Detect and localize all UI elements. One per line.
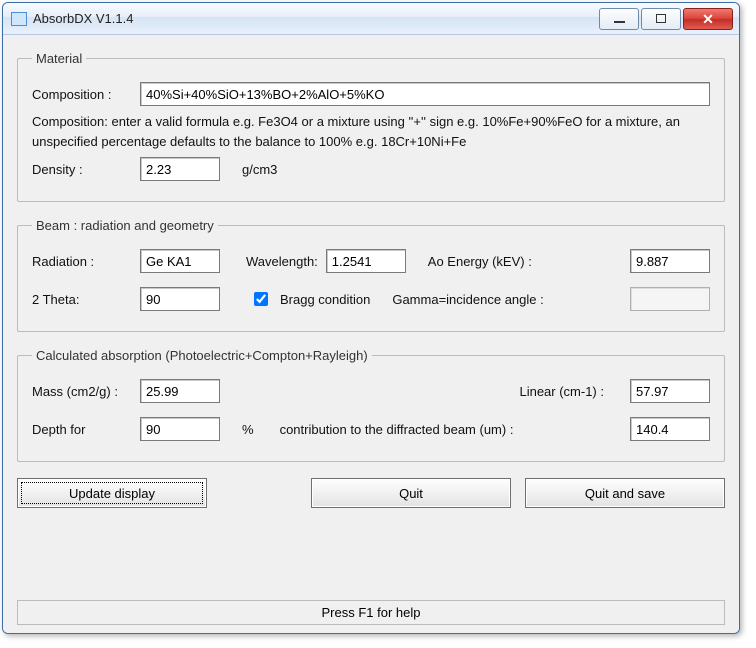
ao-energy-label: Ao Energy (kEV) :	[428, 254, 532, 269]
app-icon	[11, 12, 27, 26]
material-group: Material Composition : Composition: ente…	[17, 51, 725, 202]
composition-input[interactable]	[140, 82, 710, 106]
status-bar: Press F1 for help	[17, 600, 725, 625]
radiation-input[interactable]	[140, 249, 220, 273]
quit-save-button[interactable]: Quit and save	[525, 478, 725, 508]
beam-legend: Beam : radiation and geometry	[32, 218, 218, 233]
depth-percent-unit: %	[242, 422, 254, 437]
update-display-button[interactable]: Update display	[17, 478, 207, 508]
two-theta-label: 2 Theta:	[32, 292, 132, 307]
density-units: g/cm3	[242, 162, 277, 177]
maximize-icon	[656, 14, 666, 23]
mass-output[interactable]	[140, 379, 220, 403]
minimize-button[interactable]	[599, 8, 639, 30]
wavelength-label: Wavelength:	[246, 254, 318, 269]
calc-legend: Calculated absorption (Photoelectric+Com…	[32, 348, 372, 363]
radiation-label: Radiation :	[32, 254, 132, 269]
app-window: AbsorbDX V1.1.4 ✕ Material Composition :…	[2, 2, 740, 634]
composition-label: Composition :	[32, 87, 132, 102]
depth-for-label: Depth for	[32, 422, 132, 437]
beam-group: Beam : radiation and geometry Radiation …	[17, 218, 725, 332]
close-button[interactable]: ✕	[683, 8, 733, 30]
bragg-label: Bragg condition	[280, 292, 370, 307]
close-icon: ✕	[702, 12, 714, 26]
gamma-label: Gamma=incidence angle :	[392, 292, 543, 307]
window-title: AbsorbDX V1.1.4	[33, 11, 599, 26]
depth-output[interactable]	[630, 417, 710, 441]
linear-label: Linear (cm-1) :	[519, 384, 604, 399]
density-input[interactable]	[140, 157, 220, 181]
wavelength-input[interactable]	[326, 249, 406, 273]
two-theta-input[interactable]	[140, 287, 220, 311]
action-row: Update display Quit Quit and save	[17, 478, 725, 508]
client-area: Material Composition : Composition: ente…	[3, 35, 739, 633]
density-label: Density :	[32, 162, 132, 177]
titlebar: AbsorbDX V1.1.4 ✕	[3, 3, 739, 35]
quit-button[interactable]: Quit	[311, 478, 511, 508]
minimize-icon	[614, 21, 625, 23]
depth-trail-label: contribution to the diffracted beam (um)…	[280, 422, 514, 437]
ao-energy-input[interactable]	[630, 249, 710, 273]
gamma-input	[630, 287, 710, 311]
depth-percent-input[interactable]	[140, 417, 220, 441]
bragg-checkbox[interactable]	[254, 292, 268, 306]
mass-label: Mass (cm2/g) :	[32, 384, 132, 399]
linear-output[interactable]	[630, 379, 710, 403]
composition-hint: Composition: enter a valid formula e.g. …	[32, 112, 710, 151]
window-controls: ✕	[599, 8, 733, 30]
calc-group: Calculated absorption (Photoelectric+Com…	[17, 348, 725, 462]
material-legend: Material	[32, 51, 86, 66]
maximize-button[interactable]	[641, 8, 681, 30]
